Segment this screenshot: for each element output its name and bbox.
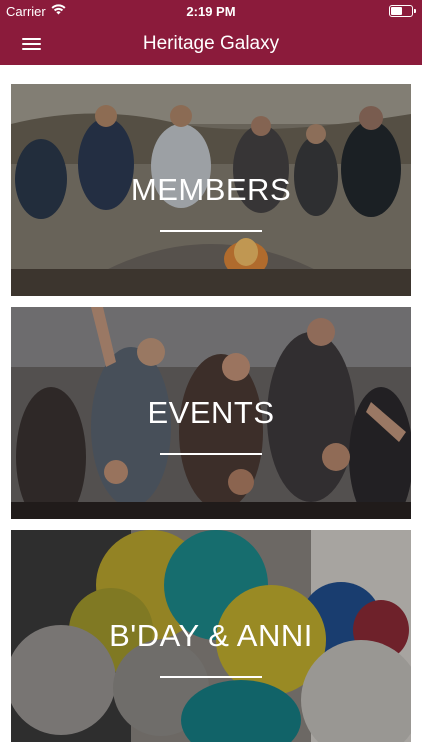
navigation-bar: Heritage Galaxy	[0, 22, 422, 65]
status-time: 2:19 PM	[186, 4, 236, 19]
page-title: Heritage Galaxy	[142, 33, 280, 54]
bday-anni-card-label: B'DAY & ANNI	[109, 618, 313, 653]
events-card-underline	[160, 453, 262, 455]
members-card-label: MEMBERS	[130, 172, 292, 207]
events-card-label: EVENTS	[147, 395, 275, 430]
events-card[interactable]: EVENTS	[11, 307, 411, 519]
members-card[interactable]: MEMBERS	[11, 84, 411, 296]
bday-anni-card-underline	[160, 676, 262, 678]
battery-icon	[389, 5, 416, 17]
status-bar: Carrier 2:19 PM	[0, 0, 422, 22]
members-card-underline	[160, 230, 262, 232]
bday-anni-card[interactable]: B'DAY & ANNI	[11, 530, 411, 742]
